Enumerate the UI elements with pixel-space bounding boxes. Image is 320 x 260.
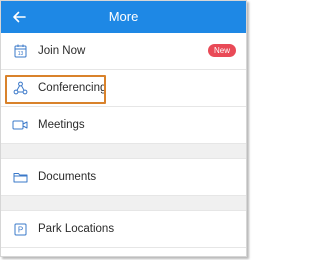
menu-item-label: Join Now <box>38 45 86 57</box>
page-title: More <box>108 9 139 24</box>
menu-item-join-now[interactable]: 13 Join Now New <box>1 33 246 70</box>
menu-item-label: Conferencing <box>38 82 107 94</box>
share-icon <box>12 80 28 96</box>
calendar-icon: 13 <box>12 43 28 59</box>
menu-item-label: Park Locations <box>38 223 115 235</box>
new-badge: New <box>207 44 236 57</box>
menu-item-documents[interactable]: Documents <box>1 159 246 196</box>
menu-item-label: Meetings <box>38 119 85 131</box>
menu-item-conferencing[interactable]: Conferencing <box>1 70 246 107</box>
menu-item-park-locations[interactable]: P Park Locations <box>1 211 246 248</box>
folder-icon <box>12 169 28 185</box>
parking-icon: P <box>12 221 28 237</box>
app-header: More <box>1 1 246 33</box>
more-screen: More 13 Join Now New Conferencing Meetin… <box>0 0 247 257</box>
parking-letter: P <box>17 225 22 234</box>
menu-item-meetings[interactable]: Meetings <box>1 107 246 144</box>
section-divider <box>1 144 246 159</box>
video-camera-icon <box>12 117 28 133</box>
section-divider <box>1 196 246 211</box>
calendar-day: 13 <box>17 51 23 57</box>
menu-item-label: Documents <box>38 171 97 183</box>
